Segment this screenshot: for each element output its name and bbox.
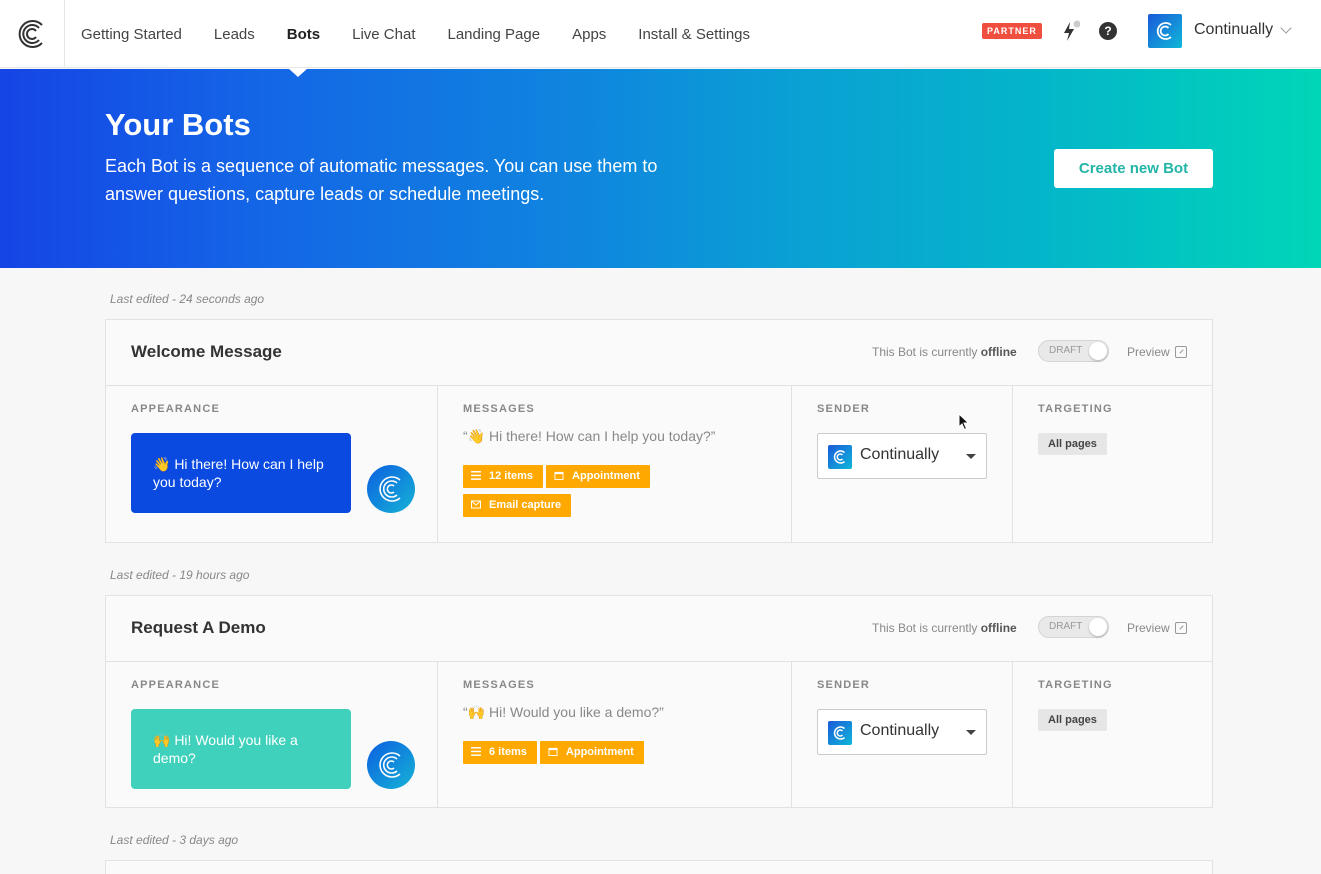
bot-card: Welcome Message This Bot is currently of… xyxy=(105,319,1213,543)
logo-icon xyxy=(18,20,43,48)
page-description: Each Bot is a sequence of automatic mess… xyxy=(105,156,658,204)
message-tags: 6 items Appointment xyxy=(463,741,763,770)
sender-column: SENDER Continually xyxy=(792,662,1013,807)
bot-status: This Bot is currently offline xyxy=(872,621,1017,635)
sender-column: SENDER Continually xyxy=(792,386,1013,542)
continually-logo[interactable] xyxy=(0,0,65,68)
toggle-knob xyxy=(1089,618,1107,636)
bot-avatar xyxy=(367,465,415,513)
bot-logo-icon xyxy=(379,476,401,502)
appointment-tag: Appointment xyxy=(546,465,650,488)
bot-card: Request A Demo This Bot is currently off… xyxy=(105,595,1213,808)
list-icon xyxy=(471,471,481,480)
create-new-bot-button[interactable]: Create new Bot xyxy=(1054,149,1213,188)
top-navbar: Getting Started Leads Bots Live Chat Lan… xyxy=(0,0,1321,68)
toggle-label: DRAFT xyxy=(1049,345,1083,356)
caret-down-icon xyxy=(966,454,976,459)
bot-card-body: APPEARANCE 🙌 Hi! Would you like a demo? … xyxy=(106,662,1212,807)
chat-bubble-preview[interactable]: 🙌 Hi! Would you like a demo? xyxy=(131,709,351,789)
main-nav: Getting Started Leads Bots Live Chat Lan… xyxy=(81,0,782,68)
account-name[interactable]: Continually xyxy=(1194,21,1273,39)
bot-card-header: Request A Demo This Bot is currently off… xyxy=(106,596,1212,662)
nav-getting-started[interactable]: Getting Started xyxy=(81,26,182,43)
messages-heading: MESSAGES xyxy=(463,403,535,415)
calendar-icon xyxy=(548,747,558,756)
draft-toggle[interactable]: DRAFT xyxy=(1038,340,1109,362)
targeting-heading: TARGETING xyxy=(1038,679,1113,691)
envelope-icon xyxy=(471,500,481,509)
chat-bubble-preview[interactable]: 👋 Hi there! How can I help you today? xyxy=(131,433,351,513)
message-tags: 12 items Appointment Email capture xyxy=(463,465,763,523)
appearance-column: APPEARANCE 👋 Hi there! How can I help yo… xyxy=(106,386,438,542)
hero-banner: Your Bots Each Bot is a sequence of auto… xyxy=(0,69,1321,268)
items-count-tag: 12 items xyxy=(463,465,544,488)
mouse-cursor-icon xyxy=(958,413,970,431)
nav-live-chat[interactable]: Live Chat xyxy=(352,26,415,43)
sender-select[interactable]: Continually xyxy=(817,433,987,479)
preview-link[interactable]: Preview xyxy=(1127,345,1170,359)
preview-link[interactable]: Preview xyxy=(1127,621,1170,635)
sender-logo-icon xyxy=(833,450,845,464)
bot-card-body: APPEARANCE 👋 Hi there! How can I help yo… xyxy=(106,386,1212,542)
external-link-icon[interactable] xyxy=(1175,622,1187,634)
bot-card xyxy=(105,860,1213,874)
bot-name[interactable]: Welcome Message xyxy=(131,342,282,362)
email-capture-tag: Email capture xyxy=(463,494,572,517)
appointment-tag: Appointment xyxy=(539,741,644,764)
targeting-tag[interactable]: All pages xyxy=(1038,709,1107,731)
sender-avatar xyxy=(828,445,852,469)
lightning-icon[interactable] xyxy=(1062,20,1080,42)
appearance-column: APPEARANCE 🙌 Hi! Would you like a demo? xyxy=(106,662,438,807)
appearance-heading: APPEARANCE xyxy=(131,679,221,691)
toggle-knob xyxy=(1089,342,1107,360)
sender-select[interactable]: Continually xyxy=(817,709,987,755)
nav-bots[interactable]: Bots xyxy=(287,26,320,43)
message-quote: “👋 Hi there! How can I help you today?” xyxy=(463,428,716,444)
appearance-heading: APPEARANCE xyxy=(131,403,221,415)
bot-card-header: Welcome Message This Bot is currently of… xyxy=(106,320,1212,386)
last-edited-label: Last edited - 24 seconds ago xyxy=(110,292,265,306)
nav-landing-page[interactable]: Landing Page xyxy=(448,26,541,43)
nav-apps[interactable]: Apps xyxy=(572,26,606,43)
caret-down-icon xyxy=(966,730,976,735)
toggle-label: DRAFT xyxy=(1049,621,1083,632)
sender-name: Continually xyxy=(860,446,940,463)
external-link-icon[interactable] xyxy=(1175,346,1187,358)
page-title: Your Bots xyxy=(105,107,251,142)
draft-toggle[interactable]: DRAFT xyxy=(1038,616,1109,638)
sender-heading: SENDER xyxy=(817,403,871,415)
items-count-tag: 6 items xyxy=(463,741,537,764)
targeting-tag[interactable]: All pages xyxy=(1038,433,1107,455)
bot-logo-icon xyxy=(379,752,401,778)
messages-column: MESSAGES “👋 Hi there! How can I help you… xyxy=(438,386,792,542)
bot-status: This Bot is currently offline xyxy=(872,345,1017,359)
messages-column: MESSAGES “🙌 Hi! Would you like a demo?” … xyxy=(438,662,792,807)
bot-avatar xyxy=(367,741,415,789)
account-logo-icon xyxy=(1156,22,1172,40)
nav-leads[interactable]: Leads xyxy=(214,26,255,43)
account-avatar[interactable] xyxy=(1148,14,1182,48)
calendar-icon xyxy=(554,471,564,480)
sender-avatar xyxy=(828,721,852,745)
chevron-down-icon[interactable] xyxy=(1280,22,1292,34)
bot-name[interactable]: Request A Demo xyxy=(131,618,266,638)
messages-heading: MESSAGES xyxy=(463,679,535,691)
targeting-heading: TARGETING xyxy=(1038,403,1113,415)
sender-logo-icon xyxy=(833,726,845,740)
message-quote: “🙌 Hi! Would you like a demo?” xyxy=(463,704,664,720)
partner-badge: PARTNER xyxy=(982,23,1042,39)
active-nav-caret xyxy=(288,68,308,77)
targeting-column: TARGETING All pages xyxy=(1013,662,1212,807)
last-edited-label: Last edited - 19 hours ago xyxy=(110,568,250,582)
sender-name: Continually xyxy=(860,722,940,739)
last-edited-label: Last edited - 3 days ago xyxy=(110,833,239,847)
list-icon xyxy=(471,747,481,756)
help-icon[interactable]: ? xyxy=(1099,22,1117,40)
targeting-column: TARGETING All pages xyxy=(1013,386,1212,542)
nav-install-settings[interactable]: Install & Settings xyxy=(638,26,750,43)
sender-heading: SENDER xyxy=(817,679,871,691)
